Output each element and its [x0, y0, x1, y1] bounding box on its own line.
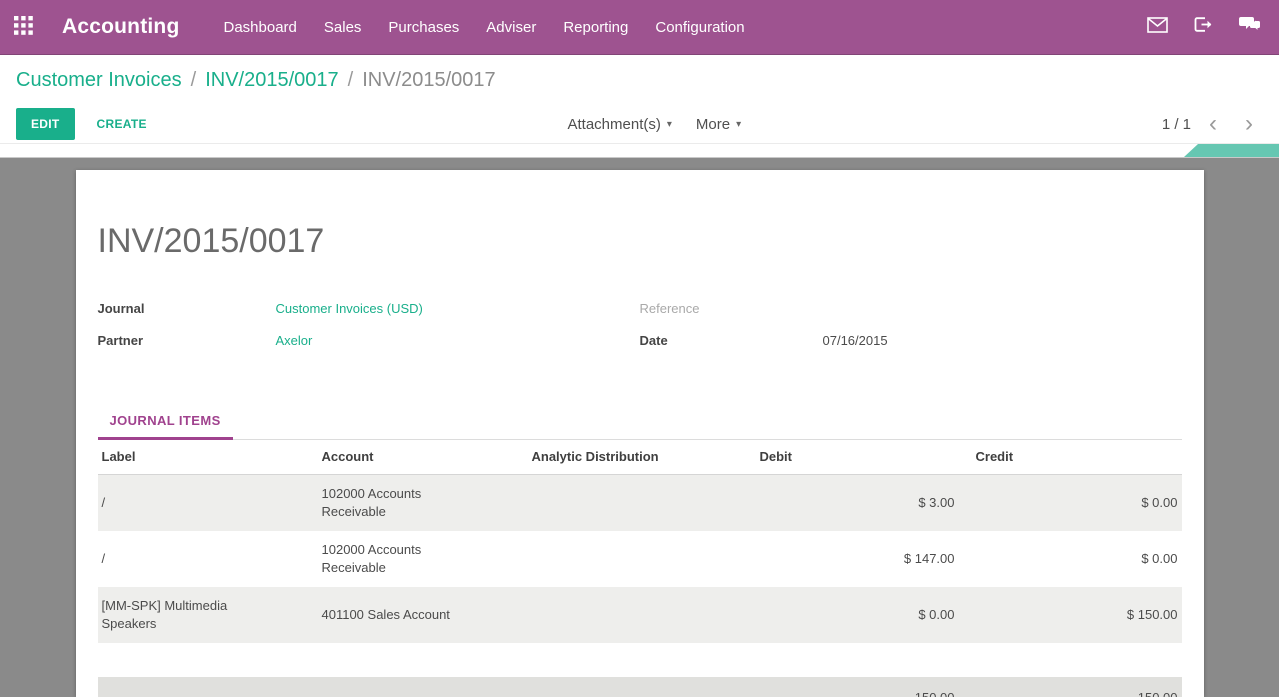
status-ribbon [1184, 144, 1279, 157]
top-navbar: Accounting Dashboard Sales Purchases Adv… [0, 0, 1279, 55]
breadcrumb-separator: / [191, 69, 197, 92]
journal-items-table: Label Account Analytic Distribution Debi… [98, 440, 1182, 643]
total-debit: 150.00 [756, 690, 959, 697]
cell-credit: $ 150.00 [959, 587, 1182, 643]
cell-analytic [528, 531, 756, 587]
partner-value-link[interactable]: Axelor [276, 333, 313, 348]
breadcrumb-separator: / [348, 69, 354, 92]
total-credit: 150.00 [959, 690, 1182, 697]
document-title: INV/2015/0017 [98, 170, 1182, 261]
date-value: 07/16/2015 [823, 333, 888, 348]
apps-grid-icon [14, 16, 33, 38]
breadcrumb: Customer Invoices / INV/2015/0017 / INV/… [0, 55, 1279, 105]
table-row[interactable]: [MM-SPK] Multimedia Speakers 401100 Sale… [98, 587, 1182, 643]
breadcrumb-invoice-link[interactable]: INV/2015/0017 [205, 69, 338, 92]
attachments-label: Attachment(s) [567, 116, 660, 133]
notebook-tabs: JOURNAL ITEMS [98, 405, 1182, 440]
logout-button[interactable] [1194, 16, 1213, 38]
cell-analytic [528, 475, 756, 532]
date-label: Date [640, 333, 823, 348]
pager-previous-button[interactable]: ‹ [1199, 112, 1227, 136]
chevron-down-icon: ▾ [667, 119, 672, 130]
menu-reporting[interactable]: Reporting [563, 19, 628, 36]
create-button[interactable]: CREATE [97, 117, 147, 131]
cell-debit: $ 0.00 [756, 587, 959, 643]
journal-field: Journal Customer Invoices (USD) [98, 301, 640, 333]
toolbar-center: Attachment(s) ▾ More ▾ [147, 116, 1162, 133]
table-header-row: Label Account Analytic Distribution Debi… [98, 440, 1182, 475]
apps-menu-button[interactable] [0, 0, 46, 55]
cell-credit: $ 0.00 [959, 475, 1182, 532]
envelope-icon [1147, 17, 1168, 38]
content-area: INV/2015/0017 Journal Customer Invoices … [0, 158, 1279, 697]
reference-label: Reference [640, 301, 823, 316]
header-account: Account [318, 440, 528, 475]
fields-right-column: Reference Date 07/16/2015 [640, 301, 1182, 365]
form-sheet: INV/2015/0017 Journal Customer Invoices … [76, 170, 1204, 697]
journal-value-link[interactable]: Customer Invoices (USD) [276, 301, 423, 316]
table-row[interactable]: / 102000 Accounts Receivable $ 3.00 $ 0.… [98, 475, 1182, 532]
totals-row: 150.00 150.00 [98, 677, 1182, 697]
cell-label: / [98, 475, 318, 532]
pager: 1 / 1 ‹ › [1162, 112, 1263, 136]
menu-adviser[interactable]: Adviser [486, 19, 536, 36]
form-toolbar: EDIT CREATE Attachment(s) ▾ More ▾ 1 / 1… [0, 105, 1279, 143]
reference-field: Reference [640, 301, 1182, 333]
header-analytic: Analytic Distribution [528, 440, 756, 475]
cell-debit: $ 3.00 [756, 475, 959, 532]
navbar-right-icons [1147, 16, 1279, 38]
breadcrumb-current: INV/2015/0017 [362, 69, 495, 92]
cell-account: 401100 Sales Account [318, 587, 528, 643]
table-row[interactable]: / 102000 Accounts Receivable $ 147.00 $ … [98, 531, 1182, 587]
cell-label: [MM-SPK] Multimedia Speakers [98, 587, 318, 643]
menu-purchases[interactable]: Purchases [388, 19, 459, 36]
chevron-down-icon: ▾ [736, 119, 741, 130]
menu-configuration[interactable]: Configuration [655, 19, 744, 36]
cell-debit: $ 147.00 [756, 531, 959, 587]
menu-dashboard[interactable]: Dashboard [224, 19, 297, 36]
cell-account: 102000 Accounts Receivable [318, 475, 528, 532]
header-credit: Credit [959, 440, 1182, 475]
app-title: Accounting [62, 15, 180, 39]
cell-label: / [98, 531, 318, 587]
partner-label: Partner [98, 333, 276, 348]
field-group: Journal Customer Invoices (USD) Partner … [98, 301, 1182, 365]
breadcrumb-customer-invoices[interactable]: Customer Invoices [16, 69, 182, 92]
page: Accounting Dashboard Sales Purchases Adv… [0, 0, 1279, 697]
cell-credit: $ 0.00 [959, 531, 1182, 587]
header-label: Label [98, 440, 318, 475]
sign-out-icon [1194, 16, 1213, 38]
more-label: More [696, 116, 730, 133]
edit-button[interactable]: EDIT [16, 108, 75, 140]
table-spacer [98, 643, 1182, 677]
pager-next-button[interactable]: › [1235, 112, 1263, 136]
cell-account: 102000 Accounts Receivable [318, 531, 528, 587]
pager-count: 1 / 1 [1162, 116, 1191, 133]
fields-left-column: Journal Customer Invoices (USD) Partner … [98, 301, 640, 365]
partner-field: Partner Axelor [98, 333, 640, 365]
date-field: Date 07/16/2015 [640, 333, 1182, 365]
more-dropdown[interactable]: More ▾ [696, 116, 741, 133]
status-bar [0, 143, 1279, 158]
header-debit: Debit [756, 440, 959, 475]
attachments-dropdown[interactable]: Attachment(s) ▾ [567, 116, 671, 133]
tab-journal-items[interactable]: JOURNAL ITEMS [98, 405, 233, 440]
chat-bubbles-icon [1239, 16, 1261, 38]
cell-analytic [528, 587, 756, 643]
journal-label: Journal [98, 301, 276, 316]
main-menu: Dashboard Sales Purchases Adviser Report… [224, 19, 745, 36]
discuss-button[interactable] [1239, 16, 1261, 38]
menu-sales[interactable]: Sales [324, 19, 362, 36]
messages-button[interactable] [1147, 17, 1168, 38]
